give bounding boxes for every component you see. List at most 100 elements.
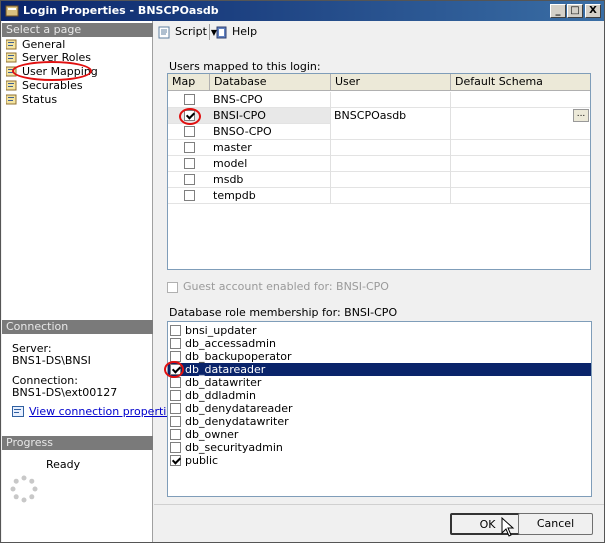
- user-cell[interactable]: BNSCPOasdb: [331, 108, 451, 124]
- role-membership-label: Database role membership for: BNSI-CPO: [169, 306, 398, 319]
- close-button[interactable]: X: [585, 4, 601, 18]
- role-label: db_accessadmin: [185, 337, 276, 350]
- page-icon: [6, 39, 17, 50]
- user-cell[interactable]: [331, 92, 451, 108]
- role-checkbox[interactable]: [170, 364, 181, 375]
- role-membership-list: bnsi_updater db_accessadmin db_backupope…: [167, 321, 592, 497]
- database-cell: BNSO-CPO: [210, 124, 331, 140]
- connection-header: Connection: [2, 320, 153, 334]
- page-label: Securables: [22, 79, 83, 92]
- schema-cell[interactable]: [451, 156, 590, 172]
- column-header-default-schema[interactable]: Default Schema: [451, 74, 590, 91]
- column-header-map[interactable]: Map: [168, 74, 210, 91]
- users-mapped-label: Users mapped to this login:: [169, 60, 321, 73]
- role-checkbox[interactable]: [170, 351, 181, 362]
- list-item[interactable]: db_denydatawriter: [168, 415, 591, 428]
- role-checkbox[interactable]: [170, 325, 181, 336]
- schema-cell[interactable]: [451, 108, 590, 124]
- login-properties-window: Login Properties - BNSCPOasdb _ □ X Sele…: [0, 0, 605, 543]
- table-row[interactable]: BNS-CPO: [168, 92, 590, 108]
- user-cell[interactable]: [331, 188, 451, 204]
- role-checkbox[interactable]: [170, 429, 181, 440]
- role-checkbox[interactable]: [170, 455, 181, 466]
- page-item-server-roles[interactable]: Server Roles: [6, 51, 91, 64]
- list-item[interactable]: db_backupoperator: [168, 350, 591, 363]
- role-label: db_denydatawriter: [185, 415, 289, 428]
- toolbar-separator: [209, 24, 210, 40]
- list-item[interactable]: db_accessadmin: [168, 337, 591, 350]
- minimize-button[interactable]: _: [550, 4, 566, 18]
- role-checkbox[interactable]: [170, 416, 181, 427]
- list-item[interactable]: db_datareader: [168, 363, 591, 376]
- page-item-status[interactable]: Status: [6, 93, 57, 106]
- database-cell: master: [210, 140, 331, 156]
- connection-value: BNS1-DS\ext00127: [12, 386, 118, 399]
- map-checkbox[interactable]: [184, 158, 195, 169]
- role-label: db_owner: [185, 428, 239, 441]
- schema-cell[interactable]: [451, 92, 590, 108]
- column-header-database[interactable]: Database: [210, 74, 331, 91]
- guest-account-option: Guest account enabled for: BNSI-CPO: [167, 280, 389, 293]
- table-row[interactable]: msdb: [168, 172, 590, 188]
- user-cell[interactable]: [331, 172, 451, 188]
- map-checkbox[interactable]: [184, 190, 195, 201]
- progress-spinner-icon: [10, 475, 38, 503]
- schema-cell[interactable]: [451, 188, 590, 204]
- toolbar: Script ▼ Help: [154, 21, 604, 43]
- select-page-header: Select a page: [2, 23, 153, 37]
- page-item-general[interactable]: General: [6, 38, 65, 51]
- map-checkbox[interactable]: [184, 94, 195, 105]
- role-checkbox[interactable]: [170, 403, 181, 414]
- page-icon: [6, 66, 17, 77]
- table-row[interactable]: model: [168, 156, 590, 172]
- browse-schema-button[interactable]: ...: [573, 109, 589, 122]
- map-checkbox[interactable]: [184, 142, 195, 153]
- list-item[interactable]: db_securityadmin: [168, 441, 591, 454]
- list-item[interactable]: db_owner: [168, 428, 591, 441]
- maximize-button[interactable]: □: [567, 4, 583, 18]
- user-cell[interactable]: [331, 124, 451, 140]
- role-checkbox[interactable]: [170, 442, 181, 453]
- user-cell[interactable]: [331, 140, 451, 156]
- progress-header: Progress: [2, 436, 153, 450]
- list-item[interactable]: public: [168, 454, 591, 467]
- schema-cell[interactable]: [451, 124, 590, 140]
- page-label: General: [22, 38, 66, 51]
- role-label: db_datawriter: [185, 376, 262, 389]
- view-connection-properties[interactable]: View connection properties: [12, 405, 179, 418]
- users-mapped-grid: Map Database User Default Schema BNS-CPO…: [167, 73, 591, 270]
- script-icon: [158, 26, 170, 38]
- map-checkbox[interactable]: [184, 174, 195, 185]
- page-icon: [6, 52, 17, 63]
- table-row[interactable]: BNSO-CPO: [168, 124, 590, 140]
- map-checkbox[interactable]: [184, 110, 195, 121]
- schema-cell[interactable]: [451, 140, 590, 156]
- table-row[interactable]: BNSI-CPO BNSCPOasdb ...: [168, 108, 590, 124]
- table-row[interactable]: tempdb: [168, 188, 590, 204]
- guest-account-checkbox: [167, 281, 178, 293]
- role-label: db_backupoperator: [185, 350, 292, 363]
- database-cell: tempdb: [210, 188, 331, 204]
- role-checkbox[interactable]: [170, 338, 181, 349]
- help-button[interactable]: Help: [215, 25, 257, 39]
- user-cell[interactable]: [331, 156, 451, 172]
- column-header-user[interactable]: User: [331, 74, 451, 91]
- schema-cell[interactable]: [451, 172, 590, 188]
- role-label: db_ddladmin: [185, 389, 256, 402]
- page-item-user-mapping[interactable]: User Mapping: [6, 65, 98, 78]
- list-item[interactable]: bnsi_updater: [168, 324, 591, 337]
- server-value: BNS1-DS\BNSI: [12, 354, 91, 367]
- list-item[interactable]: db_denydatareader: [168, 402, 591, 415]
- role-label: public: [185, 454, 219, 467]
- window-icon: [5, 5, 19, 17]
- help-icon: [216, 26, 227, 38]
- role-checkbox[interactable]: [170, 390, 181, 401]
- role-checkbox[interactable]: [170, 377, 181, 388]
- table-row[interactable]: master: [168, 140, 590, 156]
- map-checkbox[interactable]: [184, 126, 195, 137]
- page-item-securables[interactable]: Securables: [6, 79, 83, 92]
- cancel-button[interactable]: Cancel: [518, 513, 593, 535]
- list-item[interactable]: db_ddladmin: [168, 389, 591, 402]
- title-bar: Login Properties - BNSCPOasdb _ □ X: [1, 1, 604, 21]
- list-item[interactable]: db_datawriter: [168, 376, 591, 389]
